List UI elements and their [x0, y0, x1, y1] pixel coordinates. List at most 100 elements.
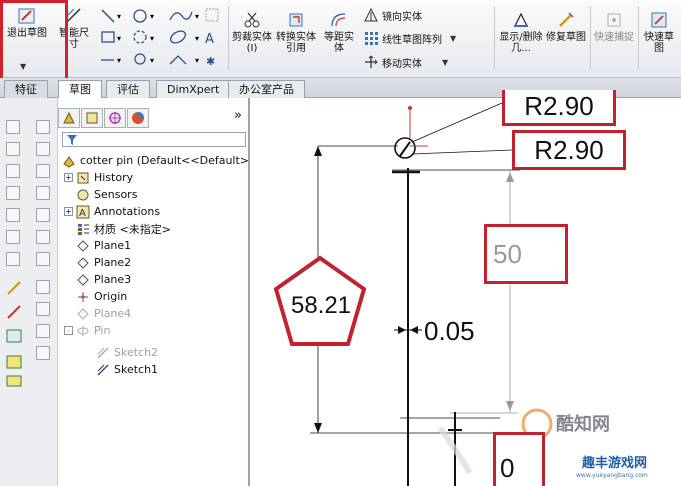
relations-icon	[514, 12, 528, 27]
sketch-tools-grid[interactable]: ▾ ▾ ▾ ▾ ▾ ▾ A ▾ ▾ ▾ ✱	[98, 6, 222, 72]
tree-item-plane1[interactable]: Plane1	[76, 237, 131, 254]
tree-item-plane3[interactable]: Plane3	[76, 271, 131, 288]
move-entities-button[interactable]: 移动实体 ▼	[364, 53, 448, 71]
strip-tool-icon[interactable]	[36, 208, 50, 222]
plane-icon	[77, 307, 89, 320]
feature-manager-panel: » cotter pin (Default<<Default> + Histor…	[58, 98, 250, 486]
tab-evaluate[interactable]: 评估	[106, 80, 150, 98]
collapse-panel-button[interactable]: »	[234, 108, 242, 123]
dimension-r2-90-second[interactable]: R2.90	[512, 130, 626, 170]
quick-snaps-button[interactable]: 快速捕捉	[594, 10, 634, 43]
command-manager-ribbon: 退出草图 ▼ 智能尺寸 ▾ ▾ ▾ ▾ ▾ ▾ A ▾ ▾ ▾ ✱ 剪裁实体(I…	[0, 0, 681, 78]
tab-features[interactable]: 特征	[4, 80, 48, 98]
property-manager-tab[interactable]	[81, 108, 103, 128]
dimension-0-05[interactable]: 0.05	[424, 316, 475, 347]
strip-tool-icon[interactable]	[36, 120, 50, 134]
ribbon-separator	[638, 6, 639, 70]
offset-entities-button[interactable]: 等距实体	[320, 10, 358, 54]
mirror-entities-button[interactable]: 镜向实体	[364, 6, 422, 24]
tab-sketch[interactable]: 草图	[58, 80, 102, 99]
display-manager-tab[interactable]	[127, 108, 149, 128]
dimension-r2-90-top[interactable]: R2.90	[502, 90, 616, 126]
svg-text:▾: ▾	[150, 56, 154, 65]
tree-item-sketch2[interactable]: Sketch2	[96, 344, 158, 361]
annotations-icon: A	[76, 205, 90, 219]
svg-text:▾: ▾	[195, 34, 199, 43]
tab-office-products[interactable]: 办公室产品	[228, 80, 305, 98]
sketch-toolbar-strip	[0, 98, 58, 486]
strip-tool-icon[interactable]	[36, 164, 50, 178]
strip-tool-icon[interactable]	[6, 142, 20, 156]
linear-pattern-button[interactable]: 线性草图阵列 ▼	[364, 29, 456, 47]
tree-item-material[interactable]: 材质 <未指定>	[76, 220, 171, 237]
strip-tool-icon[interactable]	[6, 120, 20, 134]
svg-text:▾: ▾	[117, 56, 121, 65]
expand-toggle[interactable]: +	[64, 173, 73, 182]
display-delete-relations-button[interactable]: 显示/删除几...	[498, 10, 544, 54]
repair-sketch-icon	[559, 12, 574, 27]
rapid-sketch-button[interactable]: 快速草图	[640, 10, 678, 54]
feature-tree-tab[interactable]	[58, 108, 80, 128]
tree-item-sensors[interactable]: Sensors	[76, 186, 137, 203]
quick-snap-icon	[607, 13, 621, 27]
sketch-icon	[97, 347, 109, 358]
tree-item-plane2[interactable]: Plane2	[76, 254, 131, 271]
revolve-feature-icon	[77, 325, 89, 336]
svg-text:▾: ▾	[117, 34, 121, 43]
sketch-point[interactable]	[408, 106, 412, 110]
repair-sketch-button[interactable]: 修复草图	[546, 10, 586, 43]
strip-tool-icon[interactable]	[6, 164, 20, 178]
svg-text:A: A	[205, 32, 214, 47]
convert-entities-button[interactable]: 转换实体引用	[276, 10, 316, 54]
strip-tool-icon[interactable]	[36, 302, 50, 316]
sensors-icon	[77, 189, 89, 200]
dimension-bottom[interactable]: 0	[493, 432, 545, 486]
svg-text:A: A	[79, 208, 86, 219]
rapid-sketch-icon	[651, 12, 667, 28]
exit-sketch-highlight	[0, 0, 68, 84]
tree-item-history[interactable]: + History	[64, 169, 133, 186]
strip-tool-icon[interactable]	[36, 230, 50, 244]
filter-icon	[67, 135, 77, 145]
tree-item-origin[interactable]: Origin	[76, 288, 127, 305]
configuration-manager-tab[interactable]	[104, 108, 126, 128]
sketch-icon	[97, 364, 109, 375]
mirror-icon	[364, 8, 378, 22]
feature-tree-icon	[63, 111, 75, 124]
convert-entities-icon	[289, 13, 303, 27]
ribbon-separator	[494, 6, 495, 70]
strip-tool-icon[interactable]	[36, 186, 50, 200]
strip-sketch-icons[interactable]	[4, 278, 26, 388]
tree-item-sketch1[interactable]: Sketch1	[96, 361, 158, 378]
strip-tool-icon[interactable]	[36, 346, 50, 360]
strip-tool-icon[interactable]	[36, 324, 50, 338]
strip-tool-icon[interactable]	[36, 252, 50, 266]
tab-dimxpert[interactable]: DimXpert	[156, 80, 231, 98]
material-icon	[78, 223, 89, 235]
svg-text:▾: ▾	[195, 56, 199, 65]
strip-tool-icon[interactable]	[36, 142, 50, 156]
graphics-area[interactable]: R2.90 R2.90 50 58.21 0.05 0 酷知网 趣丰游戏网 ww…	[250, 90, 681, 486]
origin-icon	[78, 291, 88, 302]
strip-tool-icon[interactable]	[6, 252, 20, 266]
history-icon	[77, 172, 89, 183]
tree-item-annotations[interactable]: + A Annotations	[64, 203, 160, 220]
dimension-50[interactable]: 50	[484, 224, 568, 284]
svg-text:▾: ▾	[150, 12, 154, 21]
ribbon-separator	[228, 6, 229, 70]
svg-text:▾: ▾	[195, 12, 199, 21]
property-icon	[86, 112, 98, 124]
expand-toggle[interactable]: -	[64, 326, 73, 335]
feature-tree-filter[interactable]	[62, 132, 246, 147]
strip-tool-icon[interactable]	[36, 280, 50, 294]
strip-tool-icon[interactable]	[6, 186, 20, 200]
strip-tool-icon[interactable]	[6, 230, 20, 244]
dimension-58-21[interactable]: 58.21	[281, 292, 361, 320]
trim-entities-button[interactable]: 剪裁实体(I)	[232, 10, 272, 54]
display-manager-icon	[132, 112, 144, 124]
strip-tool-icon[interactable]	[6, 208, 20, 222]
tree-item-plane4[interactable]: Plane4	[76, 305, 131, 322]
tree-root-part[interactable]: cotter pin (Default<<Default>	[62, 152, 249, 169]
tree-item-pin[interactable]: - Pin	[64, 322, 110, 339]
expand-toggle[interactable]: +	[64, 207, 73, 216]
